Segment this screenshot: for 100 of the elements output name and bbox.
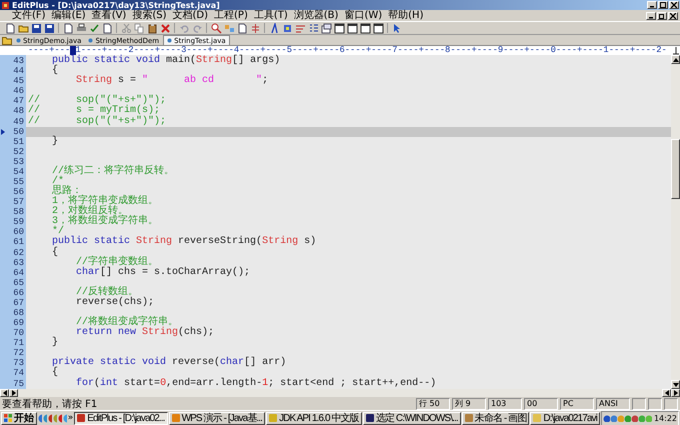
line-number: 45 — [12, 76, 24, 86]
ruler-cursor — [70, 46, 76, 55]
status-message: 要查看帮助，请按 F1 — [2, 398, 98, 410]
code-line: for(int start=0,end=arr.length-1; start<end ; start++,end--) — [75, 378, 436, 389]
save-all-icon[interactable] — [44, 22, 54, 34]
printer-icon[interactable] — [76, 22, 86, 34]
taskbar-button[interactable]: D:\java0217avi — [530, 412, 600, 424]
right-arrow-icon — [12, 390, 16, 396]
taskbar-button[interactable]: WPS 演示 - [Java基... — [168, 412, 266, 424]
ruler-end-icon — [672, 46, 680, 55]
line-number: 50 — [0, 126, 24, 137]
line-number: 49 — [12, 116, 24, 126]
taskbar-button[interactable]: 未命名 - 画图 — [462, 412, 530, 424]
taskbar-button[interactable]: JDK API 1.6.0 中文版 — [266, 412, 362, 424]
start-button[interactable]: 开始 — [1, 412, 37, 424]
line-number: 57 — [12, 197, 24, 208]
paste-icon[interactable] — [146, 22, 158, 34]
app-icon — [77, 414, 86, 422]
more-button[interactable]: » — [68, 413, 74, 423]
font-icon[interactable] — [268, 22, 280, 34]
code-line: //字符串变数组。 — [75, 258, 158, 268]
status-cell: PC — [560, 398, 594, 410]
horizontal-scrollbar[interactable] — [0, 389, 680, 397]
up-arrow-icon — [672, 58, 678, 62]
settings-icon[interactable] — [320, 22, 332, 34]
line-number: 55 — [12, 176, 24, 187]
app-icon — [533, 414, 542, 422]
copy-icon[interactable] — [134, 22, 144, 34]
close-button[interactable] — [669, 1, 679, 9]
line-number: 63 — [12, 258, 24, 268]
close-icon — [670, 12, 676, 18]
menu-item[interactable]: 搜索(S) — [129, 10, 170, 21]
find-icon[interactable] — [210, 22, 222, 34]
window-icon[interactable] — [372, 22, 384, 34]
close-button[interactable] — [668, 12, 678, 20]
menu-item[interactable]: 帮助(H) — [385, 10, 426, 21]
code-line: // sop("("+s+")"); — [28, 116, 166, 126]
menu-item[interactable]: 查看(V) — [88, 10, 130, 21]
line-number: 51 — [12, 136, 24, 147]
line-number: 67 — [12, 298, 24, 308]
line-number: 59 — [12, 217, 24, 228]
line-number: 62 — [12, 248, 24, 258]
line-number: 58 — [12, 207, 24, 218]
restore-button[interactable] — [657, 12, 667, 20]
line-number: 43 — [12, 56, 24, 66]
status-cell: 00 — [524, 398, 558, 410]
menu-item[interactable]: 文档(D) — [170, 10, 212, 21]
maximize-button[interactable] — [658, 1, 668, 9]
code-line: // s = myTrim(s); — [28, 106, 160, 116]
taskbar-button[interactable]: 选定 C:\WINDOWS\... — [362, 412, 461, 424]
app-icon — [464, 414, 473, 422]
line-number: 48 — [12, 106, 24, 116]
code-line: char[] chs = s.toCharArray(); — [75, 268, 250, 278]
app-icon — [172, 414, 180, 422]
scrollbar-thumb[interactable] — [671, 139, 680, 199]
line-numbers-icon[interactable] — [308, 22, 318, 34]
line-number: 68 — [12, 308, 24, 318]
status-cell: 行 50 — [416, 398, 450, 410]
vertical-scrollbar[interactable] — [671, 55, 680, 389]
window-icon[interactable] — [360, 22, 370, 34]
save-icon[interactable] — [30, 22, 42, 34]
window-icon[interactable] — [334, 22, 344, 34]
word-wrap-icon[interactable] — [294, 22, 306, 34]
flag-icon — [4, 414, 12, 422]
minimize-button[interactable] — [646, 12, 656, 20]
maximize-icon — [660, 2, 666, 8]
line-number: 46 — [12, 86, 24, 96]
left-arrow-icon — [2, 390, 6, 396]
clock: 14:22 — [654, 414, 678, 422]
menu-item[interactable]: 文件(F) — [2, 10, 49, 21]
down-arrow-icon — [672, 382, 678, 386]
delete-icon[interactable] — [160, 22, 170, 34]
restore-icon — [659, 12, 665, 18]
line-number: 73 — [12, 358, 24, 368]
help-icon[interactable] — [392, 22, 402, 34]
line-number: 61 — [12, 237, 24, 248]
menu-item[interactable]: 工具(T) — [250, 10, 291, 21]
app-icon — [269, 414, 278, 422]
color-icon[interactable] — [282, 22, 292, 34]
code-line: { — [51, 248, 58, 258]
app-icon — [366, 414, 374, 422]
spell-check-icon[interactable] — [88, 22, 100, 34]
dot-icon — [16, 38, 21, 43]
menu-item[interactable]: 窗口(W) — [341, 10, 386, 21]
minimize-button[interactable] — [647, 1, 657, 9]
code-line: //练习二：将字符串反转。 — [51, 166, 174, 177]
code-line: //反转数组。 — [75, 288, 138, 298]
menu-item[interactable]: 浏览器(B) — [290, 10, 342, 21]
line-number: 52 — [12, 146, 24, 157]
line-number: 71 — [12, 338, 24, 348]
menu-item[interactable]: 工程(P) — [211, 10, 251, 21]
menu-item[interactable]: 编辑(E) — [48, 10, 89, 21]
line-number: 54 — [12, 166, 24, 177]
ruler-icon[interactable] — [250, 22, 260, 34]
close-icon — [671, 2, 677, 8]
code-line: */ — [51, 227, 64, 238]
taskbar-button[interactable]: EditPlus - [D:\java02... — [74, 412, 168, 424]
status-cell: ANSI — [596, 398, 630, 410]
window-icon[interactable] — [346, 22, 358, 34]
status-cell: 列 9 — [452, 398, 486, 410]
